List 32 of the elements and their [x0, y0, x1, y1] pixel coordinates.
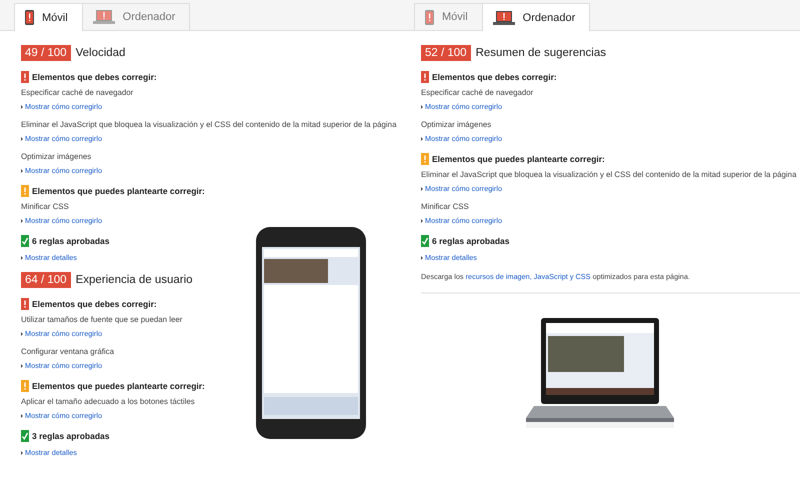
score-badge: 52 / 100	[421, 45, 471, 61]
device-tab[interactable]: Móvil	[414, 3, 483, 30]
device-tab[interactable]: Ordenador	[482, 3, 590, 31]
device-tab[interactable]: Ordenador	[82, 3, 190, 30]
section-title: Resumen de sugerencias	[476, 47, 606, 59]
group-heading: Elementos que puedes plantearte corregir:	[32, 380, 205, 392]
exclamation-icon	[421, 153, 429, 165]
check-icon	[21, 430, 29, 442]
exclamation-icon	[421, 71, 429, 83]
group-heading: 6 reglas aprobadas	[32, 235, 110, 247]
exclamation-icon	[21, 71, 29, 83]
group-heading: Elementos que debes corregir:	[32, 71, 157, 83]
phone-icon	[425, 10, 434, 24]
score-badge: 64 / 100	[21, 272, 71, 288]
group-heading: 3 reglas aprobadas	[32, 430, 110, 442]
laptop-icon	[92, 10, 115, 24]
group-heading: Elementos que puedes plantearte corregir:	[32, 185, 205, 197]
section-title: Experiencia de usuario	[76, 274, 193, 286]
score-badge: 49 / 100	[21, 45, 71, 61]
group-heading: 6 reglas aprobadas	[432, 235, 510, 247]
laptop-icon	[492, 10, 515, 24]
check-icon	[421, 235, 429, 247]
exclamation-icon	[21, 298, 29, 310]
check-icon	[21, 235, 29, 247]
group-heading: Elementos que puedes plantearte corregir:	[432, 153, 605, 165]
device-tab[interactable]: Móvil	[14, 3, 83, 31]
exclamation-icon	[21, 185, 29, 197]
group-heading: Elementos que debes corregir:	[32, 298, 157, 310]
exclamation-icon	[21, 380, 29, 392]
group-heading: Elementos que debes corregir:	[432, 71, 557, 83]
phone-icon	[25, 10, 34, 25]
section-title: Velocidad	[76, 47, 126, 59]
